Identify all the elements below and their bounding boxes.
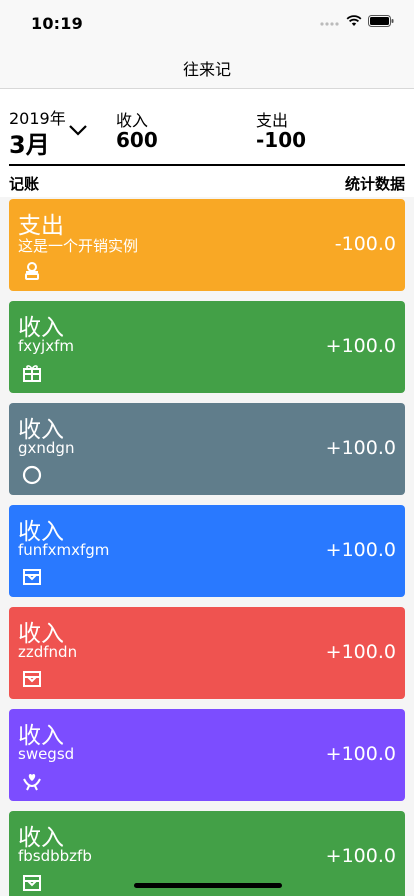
home-indicator[interactable] [134, 883, 282, 888]
box-icon [23, 671, 41, 687]
entry-card[interactable]: 收入 gxndgn +100.0 [9, 403, 405, 495]
expense-value: -100 [256, 128, 307, 152]
person-icon [25, 262, 39, 280]
wifi-icon [346, 15, 362, 26]
statistics-tab[interactable]: 统计数据 [345, 173, 405, 194]
entry-card[interactable]: 收入 funfxmxfgm +100.0 [9, 505, 405, 597]
entry-note: fxyjxfm [18, 337, 74, 355]
entry-card[interactable]: 收入 swegsd +100.0 [9, 709, 405, 801]
chevron-down-icon[interactable] [68, 123, 88, 137]
entry-note: zzdfndn [18, 643, 78, 661]
entry-note: funfxmxfgm [18, 541, 110, 559]
battery-icon [368, 15, 394, 27]
circle-icon [22, 465, 42, 485]
page-title: 往来记 [182, 60, 231, 79]
signal-icon [320, 22, 339, 26]
heart-hand-icon [23, 774, 41, 791]
status-icons [320, 15, 394, 27]
entry-card[interactable]: 收入 zzdfndn +100.0 [9, 607, 405, 699]
entry-amount: +100.0 [325, 437, 396, 459]
entry-card[interactable]: 收入 fxyjxfm +100.0 [9, 301, 405, 393]
entry-amount: +100.0 [325, 845, 396, 867]
entry-amount: +100.0 [325, 743, 396, 765]
entry-note: swegsd [18, 745, 75, 763]
status-bar: 10:19 [0, 0, 414, 44]
entry-card[interactable]: 支出 这是一个开销实例 -100.0 [9, 199, 405, 291]
entry-amount: +100.0 [325, 539, 396, 561]
month-label[interactable]: 3月 [9, 125, 50, 160]
income-value: 600 [116, 128, 158, 152]
month-summary: 2019年 3月 收入 600 支出 -100 记账 统计数据 [0, 89, 414, 197]
box-icon [23, 569, 41, 585]
nav-bar: 往来记 [0, 44, 414, 89]
entry-note: fbsdbbzfb [18, 847, 92, 865]
entry-amount: +100.0 [325, 335, 396, 357]
record-tab[interactable]: 记账 [9, 173, 39, 194]
entry-note: gxndgn [18, 439, 75, 457]
entry-note: 这是一个开销实例 [18, 237, 139, 255]
divider [9, 164, 405, 166]
box-icon [23, 875, 41, 891]
entry-amount: +100.0 [325, 641, 396, 663]
gift-icon [23, 365, 41, 382]
entry-amount: -100.0 [334, 233, 396, 255]
app-screen: 10:19 往来记 2019年 3月 收入 600 支出 -100 记账 统计数… [0, 0, 414, 896]
status-time: 10:19 [31, 14, 83, 33]
